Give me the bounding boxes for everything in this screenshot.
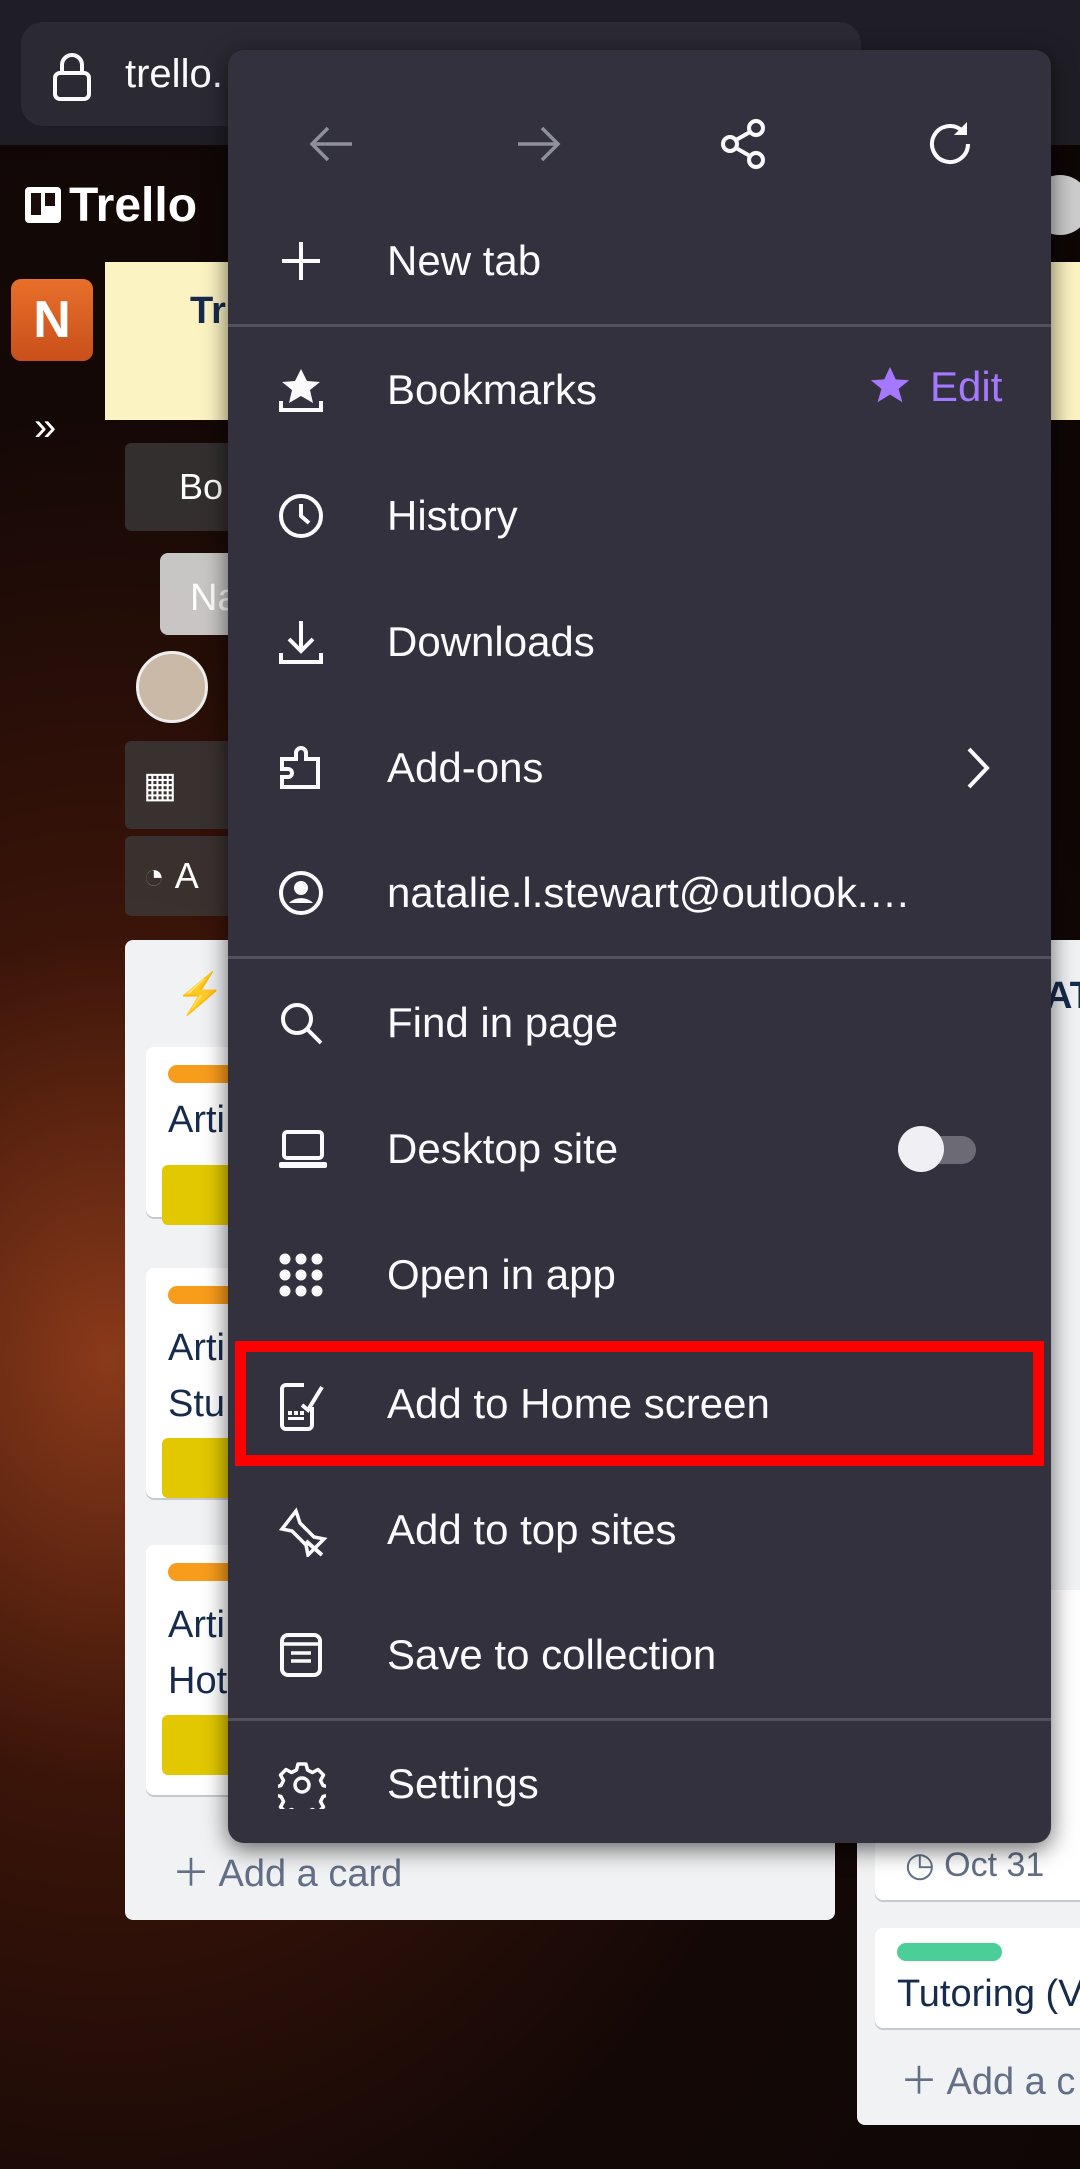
due-date: ◷ Oct 31: [905, 1846, 1045, 1884]
apps-grid-icon: [278, 1252, 324, 1298]
menu-item-label: Find in page: [387, 999, 619, 1046]
menu-item-downloads[interactable]: Downloads: [228, 579, 1051, 705]
automation-label: A: [174, 855, 199, 896]
add-card-button[interactable]: ＋ Add a card: [172, 1842, 402, 1897]
back-icon[interactable]: [302, 114, 362, 174]
expand-sidebar-icon[interactable]: »: [34, 405, 56, 450]
timer-icon: ◔: [143, 855, 175, 896]
share-icon[interactable]: [714, 114, 774, 174]
due-date-text: Oct 31: [944, 1846, 1045, 1884]
menu-divider: [228, 956, 1051, 959]
menu-item-label: Save to collection: [387, 1631, 717, 1678]
laptop-icon: [278, 1126, 327, 1172]
star-icon: [870, 366, 910, 403]
gear-icon: [278, 1761, 326, 1809]
download-icon: [278, 619, 324, 665]
search-icon: [278, 1000, 324, 1046]
menu-item-add-ons[interactable]: Add-ons: [228, 705, 1051, 831]
collection-icon: [278, 1632, 324, 1678]
account-icon: [278, 870, 324, 916]
card-title: Arti Stu: [168, 1327, 226, 1425]
menu-item-label: natalie.l.stewart@outlook.…: [387, 869, 911, 916]
reload-icon[interactable]: [920, 114, 980, 174]
menu-item-account[interactable]: natalie.l.stewart@outlook.…: [228, 830, 1051, 956]
url-text[interactable]: trello.: [125, 52, 223, 97]
menu-item-settings[interactable]: Settings: [228, 1721, 1051, 1847]
member-avatar[interactable]: [136, 651, 208, 723]
workspace-badge[interactable]: N: [11, 279, 93, 361]
plus-icon: [278, 238, 324, 284]
bookmarks-icon: [278, 367, 324, 413]
menu-item-label: Desktop site: [387, 1125, 619, 1172]
desktop-site-toggle[interactable]: [898, 1126, 978, 1172]
banner-text: Tr: [190, 290, 226, 332]
menu-item-save-to-collection[interactable]: Save to collection: [228, 1592, 1051, 1718]
lightning-icon: ⚡: [175, 972, 225, 1016]
history-icon: [278, 493, 324, 539]
menu-item-label: Settings: [387, 1760, 539, 1807]
add-card-label: Add a c: [946, 2061, 1076, 2103]
menu-item-open-in-app[interactable]: Open in app: [228, 1212, 1051, 1338]
menu-item-label: New tab: [387, 237, 542, 284]
menu-item-label: History: [387, 492, 518, 539]
chevron-right-icon: [963, 743, 993, 793]
browser-overflow-menu: New tab Bookmarks Edit History Downloads…: [228, 50, 1051, 1843]
pin-icon: [278, 1507, 328, 1557]
lock-icon: [52, 52, 92, 102]
puzzle-icon: [278, 745, 324, 791]
board-view-chip[interactable]: Bo: [125, 443, 245, 531]
card-title: Arti Hot: [168, 1604, 228, 1702]
menu-item-find-in-page[interactable]: Find in page: [228, 960, 1051, 1086]
card-title: Arti: [168, 1099, 225, 1141]
card[interactable]: Tutoring (V: [875, 1928, 1080, 2028]
menu-item-history[interactable]: History: [228, 453, 1051, 579]
card-title: Tutoring (V: [897, 1973, 1080, 2015]
bookmarks-edit-button[interactable]: Edit: [868, 363, 1002, 411]
menu-item-label: Downloads: [387, 618, 595, 665]
trello-logo-text: Trello: [69, 179, 198, 232]
add-card-button-2[interactable]: ＋ Add a c: [900, 2050, 1075, 2105]
calendar-icon: ▦: [143, 764, 178, 805]
menu-item-add-to-top-sites[interactable]: Add to top sites: [228, 1467, 1051, 1593]
highlight-box: [235, 1341, 1044, 1466]
board-chip-label: Bo: [179, 466, 224, 507]
menu-item-label: Add to top sites: [387, 1506, 677, 1553]
add-card-label: Add a card: [218, 1853, 403, 1895]
menu-item-desktop-site[interactable]: Desktop site: [228, 1086, 1051, 1212]
trello-logo[interactable]: Trello: [25, 178, 197, 233]
calendar-chip[interactable]: ▦: [125, 741, 245, 829]
automation-chip[interactable]: ◔ A: [125, 836, 245, 916]
menu-item-label: Open in app: [387, 1251, 616, 1298]
menu-item-label: Add-ons: [387, 744, 544, 791]
menu-item-new-tab[interactable]: New tab: [228, 198, 1051, 324]
menu-item-bookmarks[interactable]: Bookmarks Edit: [228, 327, 1051, 453]
edit-label: Edit: [930, 363, 1003, 410]
forward-icon[interactable]: [508, 114, 568, 174]
menu-item-label: Bookmarks: [387, 366, 598, 413]
